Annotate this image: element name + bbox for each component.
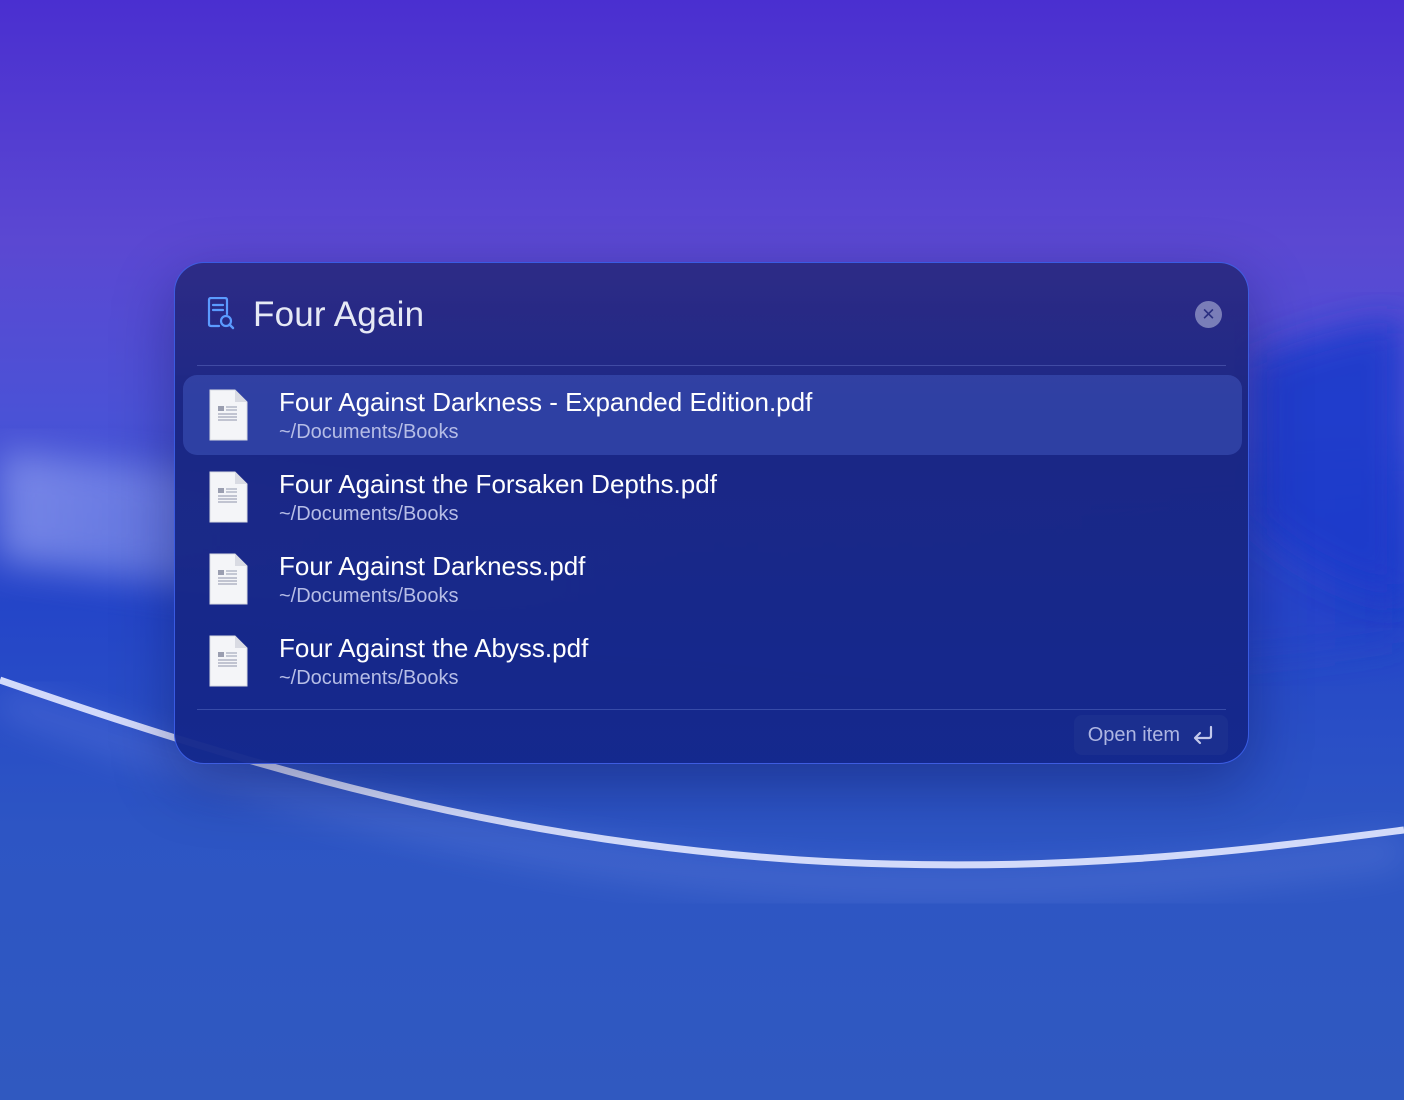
search-input[interactable]: Four Again	[253, 293, 424, 337]
result-item[interactable]: Four Against the Forsaken Depths.pdf ~/D…	[183, 457, 1242, 537]
result-path: ~/Documents/Books	[279, 585, 459, 607]
result-item[interactable]: Four Against Darkness.pdf ~/Documents/Bo…	[183, 539, 1242, 619]
close-icon: ✕	[1201, 305, 1216, 324]
spotlight-panel: Four Again ✕ Four Against Darkness - Exp…	[174, 262, 1249, 764]
result-title: Four Against the Forsaken Depths.pdf	[279, 469, 717, 499]
result-item[interactable]: Four Against Darkness - Expanded Edition…	[183, 375, 1242, 455]
result-title: Four Against the Abyss.pdf	[279, 633, 589, 663]
clear-search-button[interactable]: ✕	[1195, 301, 1222, 328]
document-icon	[209, 471, 248, 523]
action-bar: Open item	[175, 707, 1248, 763]
document-search-icon	[207, 297, 235, 330]
results-list: Four Against Darkness - Expanded Edition…	[183, 375, 1242, 703]
result-path: ~/Documents/Books	[279, 503, 459, 525]
open-item-button[interactable]: Open item	[1073, 715, 1228, 755]
result-path: ~/Documents/Books	[279, 421, 459, 443]
document-icon	[209, 553, 248, 605]
document-icon	[209, 389, 248, 441]
search-bar[interactable]: Four Again ✕	[175, 263, 1248, 365]
result-title: Four Against Darkness - Expanded Edition…	[279, 387, 813, 417]
result-path: ~/Documents/Books	[279, 667, 459, 689]
open-item-label: Open item	[1087, 723, 1180, 746]
result-item[interactable]: Four Against the Abyss.pdf ~/Documents/B…	[183, 621, 1242, 701]
document-icon	[209, 635, 248, 687]
result-title: Four Against Darkness.pdf	[279, 551, 586, 581]
header-divider	[197, 365, 1226, 366]
return-key-icon	[1193, 725, 1213, 745]
